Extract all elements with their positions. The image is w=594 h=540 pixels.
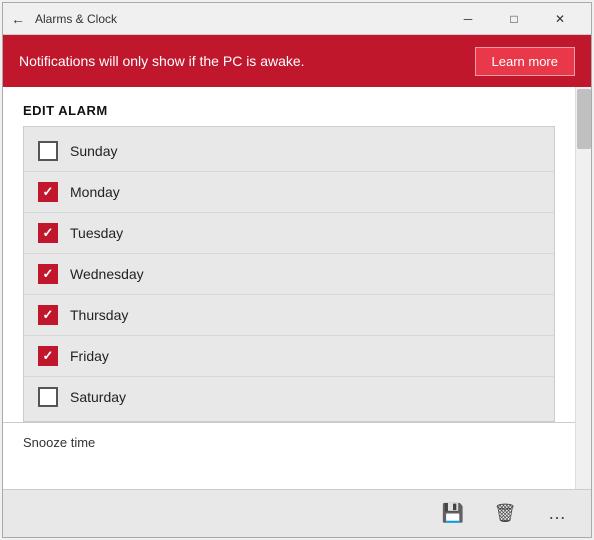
day-label-tuesday: Tuesday (70, 225, 123, 241)
minimize-button[interactable]: ─ (445, 3, 491, 35)
day-label-saturday: Saturday (70, 389, 126, 405)
close-button[interactable]: ✕ (537, 3, 583, 35)
snooze-section: Snooze time (3, 422, 575, 462)
day-label-thursday: Thursday (70, 307, 128, 323)
day-label-friday: Friday (70, 348, 109, 364)
edit-alarm-section: EDIT ALARM Sunday Monday Tuesday Wednesday T… (3, 87, 575, 422)
bottom-toolbar: 💾 🗑 … (3, 489, 591, 537)
day-item[interactable]: Wednesday (24, 254, 554, 295)
day-label-wednesday: Wednesday (70, 266, 144, 282)
day-item[interactable]: Sunday (24, 131, 554, 172)
snooze-label: Snooze time (23, 435, 95, 450)
day-item[interactable]: Tuesday (24, 213, 554, 254)
app-window: ← Alarms & Clock ─ □ ✕ Notifications wil… (2, 2, 592, 538)
maximize-button[interactable]: □ (491, 3, 537, 35)
scroll-area: EDIT ALARM Sunday Monday Tuesday Wednesday T… (3, 87, 575, 489)
back-button[interactable]: ← (11, 11, 25, 27)
main-content: EDIT ALARM Sunday Monday Tuesday Wednesday T… (3, 87, 591, 489)
scrollbar[interactable] (575, 87, 591, 489)
app-title: Alarms & Clock (35, 12, 445, 26)
save-button[interactable]: 💾 (435, 496, 471, 532)
notification-text: Notifications will only show if the PC i… (19, 53, 475, 69)
checkbox-monday[interactable] (38, 182, 58, 202)
day-label-monday: Monday (70, 184, 120, 200)
more-button[interactable]: … (539, 496, 575, 532)
day-item[interactable]: Saturday (24, 377, 554, 417)
checkbox-friday[interactable] (38, 346, 58, 366)
learn-more-button[interactable]: Learn more (475, 47, 575, 76)
notification-bar: Notifications will only show if the PC i… (3, 35, 591, 87)
title-bar: ← Alarms & Clock ─ □ ✕ (3, 3, 591, 35)
checkbox-sunday[interactable] (38, 141, 58, 161)
checkbox-tuesday[interactable] (38, 223, 58, 243)
checkbox-thursday[interactable] (38, 305, 58, 325)
day-item[interactable]: Friday (24, 336, 554, 377)
edit-alarm-title: EDIT ALARM (23, 103, 555, 118)
window-controls: ─ □ ✕ (445, 3, 583, 35)
day-item[interactable]: Thursday (24, 295, 554, 336)
scrollbar-thumb[interactable] (577, 89, 591, 149)
days-list: Sunday Monday Tuesday Wednesday Thursday Frid… (23, 126, 555, 422)
day-label-sunday: Sunday (70, 143, 117, 159)
day-item[interactable]: Monday (24, 172, 554, 213)
checkbox-wednesday[interactable] (38, 264, 58, 284)
checkbox-saturday[interactable] (38, 387, 58, 407)
delete-button[interactable]: 🗑 (487, 496, 523, 532)
